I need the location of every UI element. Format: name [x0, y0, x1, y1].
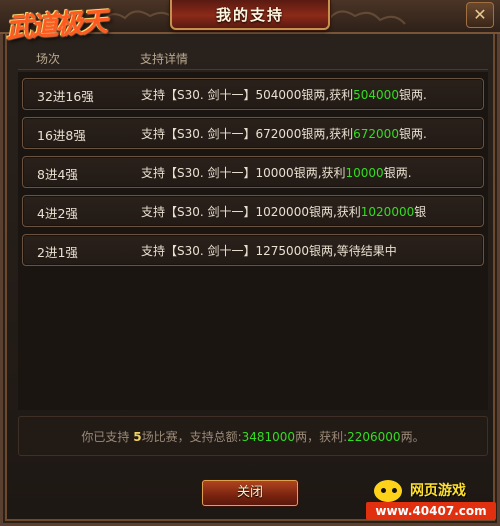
- close-icon[interactable]: ✕: [466, 2, 494, 28]
- table-row: 8进4强 支持【S30. 剑十一】10000银两,获利10000银两.: [22, 156, 484, 188]
- table-row: 2进1强 支持【S30. 剑十一】1275000银两,等待结果中: [22, 234, 484, 266]
- header-detail: 支持详情: [140, 52, 189, 66]
- support-list[interactable]: 32进16强 支持【S30. 剑十一】504000银两,获利504000银两. …: [18, 72, 488, 410]
- close-button[interactable]: 关闭: [202, 480, 298, 506]
- site-watermark: 网页游戏 www.40407.com: [366, 478, 496, 522]
- table-row: 4进2强 支持【S30. 剑十一】1020000银两,获利1020000银: [22, 195, 484, 227]
- dialog-title: 我的支持: [215, 6, 284, 24]
- watermark-url: www.40407.com: [366, 502, 496, 520]
- game-logo: 武道极天: [4, 6, 107, 45]
- support-summary: 你已支持 5场比赛，支持总额:3481000两，获利:2206000两。: [18, 416, 488, 456]
- row-detail: 支持【S30. 剑十一】1275000银两,等待结果中: [141, 244, 397, 258]
- row-round: 32进16强: [37, 89, 94, 104]
- row-round: 2进1强: [37, 245, 78, 260]
- mascot-icon: [372, 478, 404, 504]
- row-detail: 支持【S30. 剑十一】672000银两,获利672000银两.: [141, 127, 427, 141]
- watermark-title: 网页游戏: [410, 483, 466, 499]
- row-round: 8进4强: [37, 167, 78, 182]
- row-detail: 支持【S30. 剑十一】1020000银两,获利1020000银: [141, 205, 427, 219]
- row-detail: 支持【S30. 剑十一】10000银两,获利10000银两.: [141, 166, 412, 180]
- row-round: 4进2强: [37, 206, 78, 221]
- header-round: 场次: [36, 52, 61, 66]
- row-round: 16进8强: [37, 128, 86, 143]
- table-header: 场次 支持详情: [18, 48, 488, 70]
- row-detail: 支持【S30. 剑十一】504000银两,获利504000银两.: [141, 88, 427, 102]
- table-row: 16进8强 支持【S30. 剑十一】672000银两,获利672000银两.: [22, 117, 484, 149]
- title-plate: 我的支持: [170, 0, 330, 30]
- table-row: 32进16强 支持【S30. 剑十一】504000银两,获利504000银两.: [22, 78, 484, 110]
- summary-text: 你已支持 5场比赛，支持总额:3481000两，获利:2206000两。: [81, 430, 425, 444]
